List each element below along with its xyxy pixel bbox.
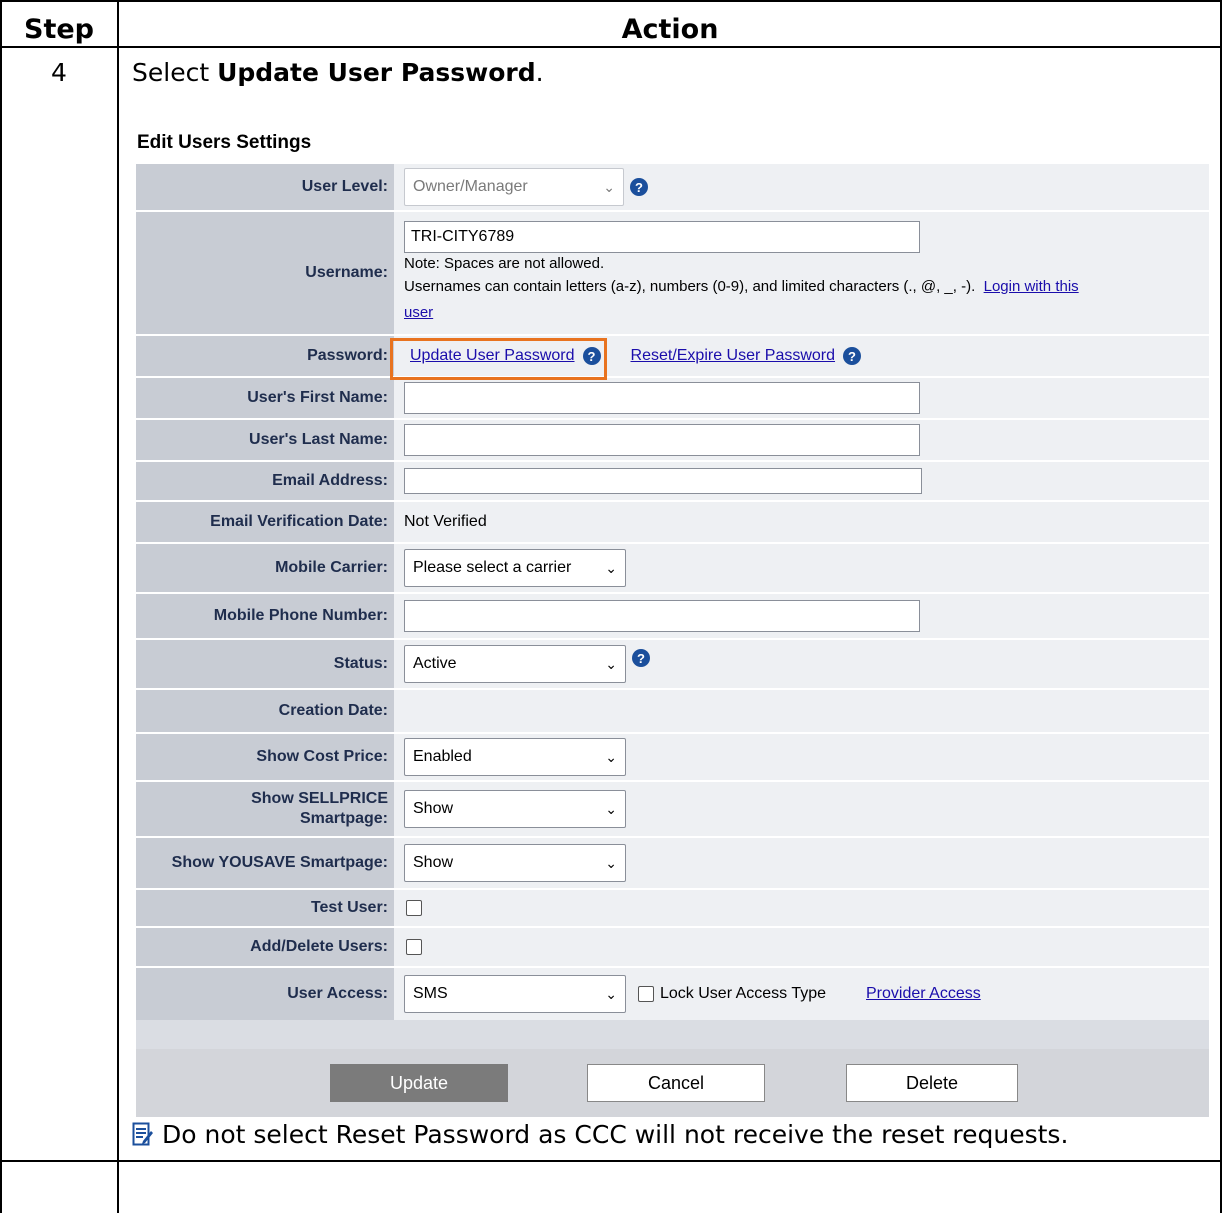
mobile-phone-label: Mobile Phone Number: [136,594,394,638]
username-label: Username: [136,212,394,334]
instruction-prefix: Select [132,58,218,87]
lock-user-access-checkbox[interactable] [638,986,654,1002]
username-note: Note: Spaces are not allowed. [404,254,605,272]
row-mobile-phone: Mobile Phone Number: [136,594,1209,640]
user-access-select[interactable]: SMS ⌄ [404,975,626,1013]
row-first-name: User's First Name: [136,378,1209,420]
login-with-user-link-2[interactable]: user [404,304,433,321]
help-icon[interactable]: ? [630,178,648,196]
mobile-carrier-select[interactable]: Please select a carrier ⌄ [404,549,626,587]
step-number: 4 [51,58,67,87]
document-table: Step Action 4 Select Update User Passwor… [0,0,1222,1213]
provider-access-link[interactable]: Provider Access [866,985,981,1003]
creation-date-label: Creation Date: [136,690,394,732]
user-access-label: User Access: [136,968,394,1020]
show-yousave-select[interactable]: Show ⌄ [404,844,626,882]
reset-expire-password-link[interactable]: Reset/Expire User Password [631,347,836,365]
row-creation-date: Creation Date: [136,690,1209,734]
last-name-label: User's Last Name: [136,420,394,460]
email-input[interactable] [404,468,922,494]
row-email-verification: Email Verification Date: Not Verified [136,502,1209,544]
username-rules: Usernames can contain letters (a-z), num… [404,277,976,295]
row-show-yousave: Show YOUSAVE Smartpage: Show ⌄ [136,838,1209,890]
show-cost-price-select[interactable]: Enabled ⌄ [404,738,626,776]
user-level-label: User Level: [136,164,394,210]
row-user-level: User Level: Owner/Manager ⌄ ? [136,164,1209,212]
row-user-access: User Access: SMS ⌄ Lock User Access Type … [136,968,1209,1020]
first-name-label: User's First Name: [136,378,394,418]
username-input[interactable]: TRI-CITY6789 [404,220,920,253]
test-user-checkbox[interactable] [406,900,422,916]
settings-form: User Level: Owner/Manager ⌄ ? Username: T… [136,164,1209,1117]
last-name-input[interactable] [404,424,920,456]
chevron-down-icon: ⌄ [605,655,617,672]
add-delete-users-label: Add/Delete Users: [136,928,394,966]
status-select[interactable]: Active ⌄ [404,645,626,683]
row-email: Email Address: [136,462,1209,502]
table-row-divider [0,1160,1222,1162]
row-mobile-carrier: Mobile Carrier: Please select a carrier ⌄ [136,544,1209,594]
instruction: Select Update User Password. [132,58,544,87]
row-test-user: Test User: [136,890,1209,928]
chevron-down-icon: ⌄ [605,854,617,871]
chevron-down-icon: ⌄ [603,178,615,195]
table-divider [117,0,119,1213]
row-last-name: User's Last Name: [136,420,1209,462]
table-header-divider [0,46,1222,48]
header-step: Step [24,14,94,45]
note: Do not select Reset Password as CCC will… [132,1120,1068,1149]
help-icon[interactable]: ? [843,347,862,365]
header-action: Action [621,14,719,45]
show-sellprice-label: Show SELLPRICE Smartpage: [136,782,394,836]
email-verification-label: Email Verification Date: [136,502,394,542]
delete-button[interactable]: Delete [846,1064,1018,1102]
show-cost-price-label: Show Cost Price: [136,734,394,780]
edit-users-screenshot: Edit Users Settings User Level: Owner/Ma… [132,128,1210,1118]
instruction-bold: Update User Password [217,58,536,87]
email-label: Email Address: [136,462,394,500]
chevron-down-icon: ⌄ [605,748,617,765]
login-with-user-link[interactable]: Login with this [984,278,1079,295]
chevron-down-icon: ⌄ [605,800,617,817]
user-level-select[interactable]: Owner/Manager ⌄ [404,168,624,206]
first-name-input[interactable] [404,382,920,414]
status-label: Status: [136,640,394,688]
row-password: Password: Update User Password ? Reset/E… [136,336,1209,378]
row-show-sellprice: Show SELLPRICE Smartpage: Show ⌄ [136,782,1209,838]
instruction-suffix: . [535,58,544,87]
chevron-down-icon: ⌄ [605,559,617,576]
mobile-phone-input[interactable] [404,600,920,632]
highlight-box [390,338,607,380]
note-icon [132,1122,153,1145]
show-sellprice-select[interactable]: Show ⌄ [404,790,626,828]
password-label: Password: [136,336,394,376]
help-icon[interactable]: ? [632,649,650,667]
email-verification-value: Not Verified [404,513,487,530]
mobile-carrier-label: Mobile Carrier: [136,544,394,592]
test-user-label: Test User: [136,890,394,926]
add-delete-users-checkbox[interactable] [406,939,422,955]
chevron-down-icon: ⌄ [605,985,617,1002]
lock-user-access-label: Lock User Access Type [660,985,826,1002]
table-border-left [0,0,2,1213]
row-username: Username: TRI-CITY6789 Note: Spaces are … [136,212,1209,336]
show-yousave-label: Show YOUSAVE Smartpage: [136,838,394,888]
button-bar: Update Cancel Delete [136,1049,1209,1117]
update-button[interactable]: Update [330,1064,508,1102]
row-add-delete-users: Add/Delete Users: [136,928,1209,968]
row-show-cost-price: Show Cost Price: Enabled ⌄ [136,734,1209,782]
table-border-top [0,0,1222,2]
row-status: Status: Active ⌄ ? [136,640,1209,690]
screen-title: Edit Users Settings [137,132,312,153]
note-text: Do not select Reset Password as CCC will… [162,1120,1069,1149]
cancel-button[interactable]: Cancel [587,1064,765,1102]
